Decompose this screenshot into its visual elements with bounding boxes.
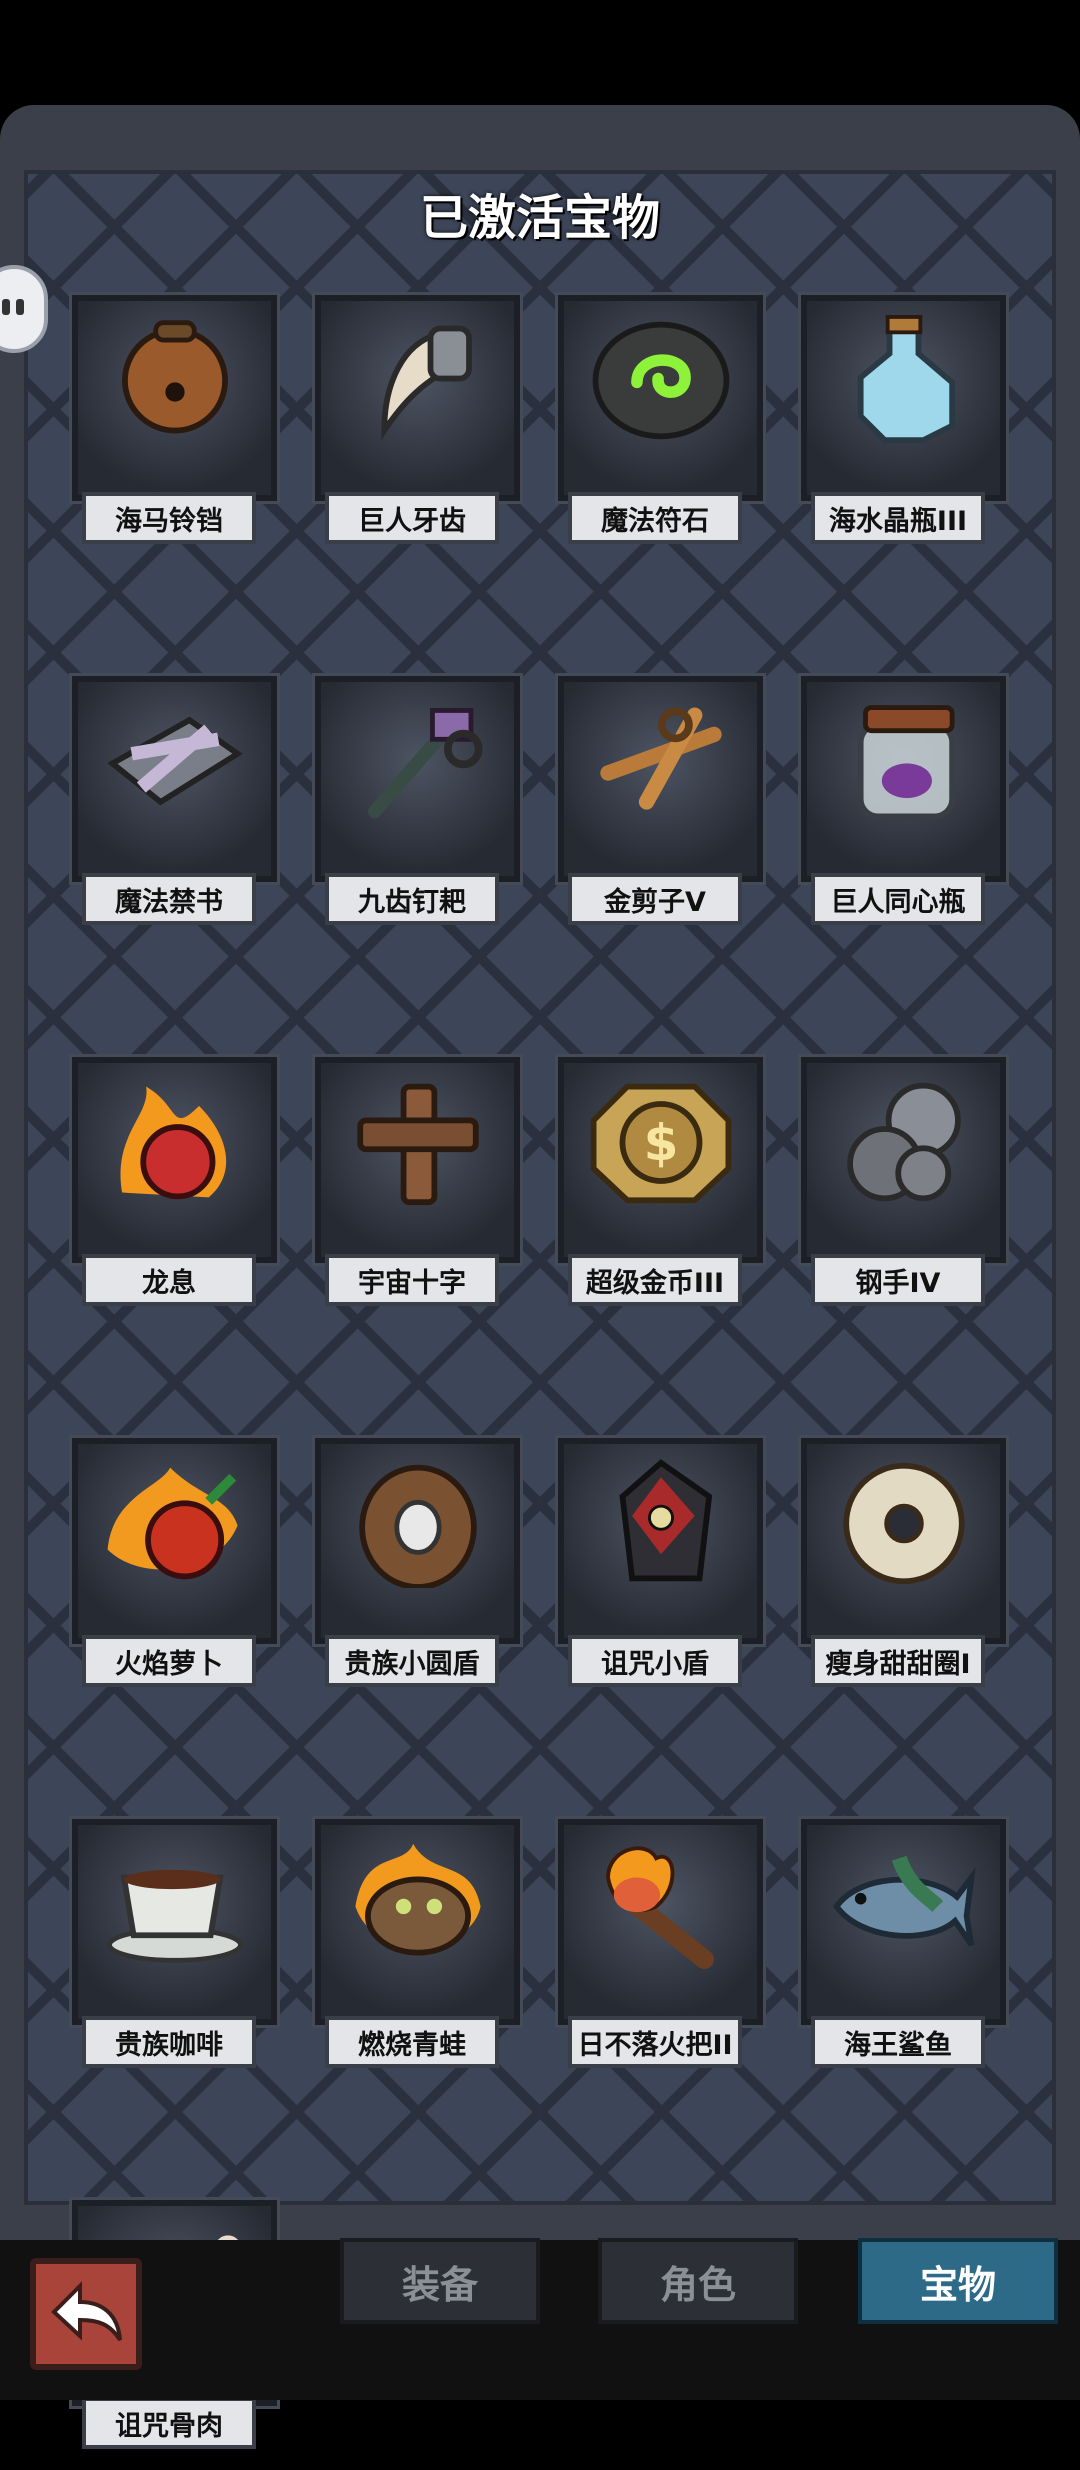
treasure-name: 瘦身甜甜圈I [811,1635,985,1687]
handle-dot [16,299,24,315]
treasure-name: 诅咒骨肉 [82,2397,256,2449]
treasure-card-frame [315,295,520,501]
treasure-name: 贵族小圆盾 [325,1635,499,1687]
page-title: 已激活宝物 [419,190,660,246]
treasure-card-frame [558,676,763,882]
treasure-card-frame [72,1057,277,1263]
dragon-breath-icon [119,1086,226,1200]
treasure-card-frame [801,1438,1006,1644]
treasure-card-frame [558,295,763,501]
jar-icon [857,705,955,820]
treasure-card-frame [558,1819,763,2025]
treasure-card[interactable]: 海水晶瓶III [801,295,1006,565]
treasure-name: 超级金币III [568,1254,742,1306]
treasure-name: 火焰萝卜 [82,1635,256,1687]
treasure-name: 龙息 [82,1254,256,1306]
crystal-bottle-icon [857,315,955,444]
forbidden-book-icon [106,716,243,806]
treasure-card[interactable]: 巨人牙齿 [315,295,520,565]
treasure-card-frame [72,1438,277,1644]
treasure-name: 海王鲨鱼 [811,2016,985,2068]
treasure-card-frame [72,1819,277,2025]
treasure-card[interactable]: 钢手IV [801,1057,1006,1327]
treasure-card-frame [801,1057,1006,1263]
treasure-card[interactable]: 魔法禁书 [72,676,277,946]
treasure-card-frame [801,1819,1006,2025]
treasure-name: 燃烧青蛙 [325,2016,499,2068]
rune-stone-icon [592,321,729,440]
treasure-name: 九齿钉耙 [325,873,499,925]
treasure-grid: 海马铃铛 巨人牙齿 魔法符石 海水晶瓶III 魔法禁书 九齿钉耙 金剪子V 巨人同心瓶龙息 宇宙… [72,295,1006,2470]
treasure-card[interactable]: 九齿钉耙 [315,676,520,946]
treasure-name: 魔法符石 [568,492,742,544]
treasure-card[interactable]: 巨人同心瓶 [801,676,1006,946]
treasure-card[interactable]: 瘦身甜甜圈I [801,1438,1006,1708]
treasure-card-frame [315,676,520,882]
treasure-name: 诅咒小盾 [568,1635,742,1687]
treasure-card-frame [72,676,277,882]
treasure-card[interactable]: 海王鲨鱼 [801,1819,1006,2089]
treasure-card[interactable]: 贵族小圆盾 [315,1438,520,1708]
treasure-name: 日不落火把II [568,2016,742,2068]
back-button[interactable] [30,2258,142,2370]
treasure-card[interactable]: 火焰萝卜 [72,1438,277,1708]
treasure-card[interactable]: 宇宙十字 [315,1057,520,1327]
cursed-shield-icon [618,1459,712,1582]
coffee-cup-icon [106,1869,243,1963]
bell-icon [121,320,228,434]
treasure-card-frame [558,1438,763,1644]
treasure-card-frame [315,1057,520,1263]
treasure-card-frame [801,295,1006,501]
svg-text:$: $ [643,1114,678,1172]
treasure-name: 海马铃铛 [82,492,256,544]
tab-character[interactable]: 角色 [598,2238,798,2324]
burning-frog-icon [354,1843,481,1956]
treasure-name: 巨人牙齿 [325,492,499,544]
donut-icon [842,1462,965,1585]
treasure-name: 金剪子V [568,873,742,925]
fang-icon [380,325,472,441]
treasure-name: 海水晶瓶III [811,492,985,544]
treasure-card[interactable]: 贵族咖啡 [72,1819,277,2089]
treasure-card[interactable]: 魔法符石 [558,295,763,565]
treasure-card[interactable]: 龙息 [72,1057,277,1327]
treasure-card[interactable]: 日不落火把II [558,1819,763,2089]
treasure-card[interactable]: 金剪子V [558,676,763,946]
treasure-name: 贵族咖啡 [82,2016,256,2068]
treasure-card[interactable]: 海马铃铛 [72,295,277,565]
rake-icon [367,708,483,819]
fire-radish-icon [107,1467,238,1580]
treasure-card-frame [72,295,277,501]
tab-treasure[interactable]: 宝物 [858,2238,1058,2324]
treasure-card-frame [315,1438,520,1644]
treasure-card[interactable]: 诅咒小盾 [558,1438,763,1708]
treasure-card[interactable]: $ 超级金币III [558,1057,763,1327]
torch-icon [605,1846,714,1969]
round-shield-icon [358,1464,477,1588]
tab-equipment[interactable]: 装备 [340,2238,540,2324]
shark-icon [832,1855,976,1947]
cross-icon [356,1083,479,1206]
gold-coin-icon: $ [590,1083,731,1204]
handle-dot [2,299,10,315]
back-arrow-icon [51,2281,122,2342]
treasure-card-frame [801,676,1006,882]
side-handle[interactable] [0,265,48,353]
scissors-icon [599,707,722,810]
treasure-name: 魔法禁书 [82,873,256,925]
treasure-name: 巨人同心瓶 [811,873,985,925]
steel-fist-icon [846,1082,961,1202]
treasure-name: 宇宙十字 [325,1254,499,1306]
treasure-name: 钢手IV [811,1254,985,1306]
treasure-card-frame: $ [558,1057,763,1263]
treasure-card-frame [315,1819,520,2025]
treasure-card[interactable]: 燃烧青蛙 [315,1819,520,2089]
